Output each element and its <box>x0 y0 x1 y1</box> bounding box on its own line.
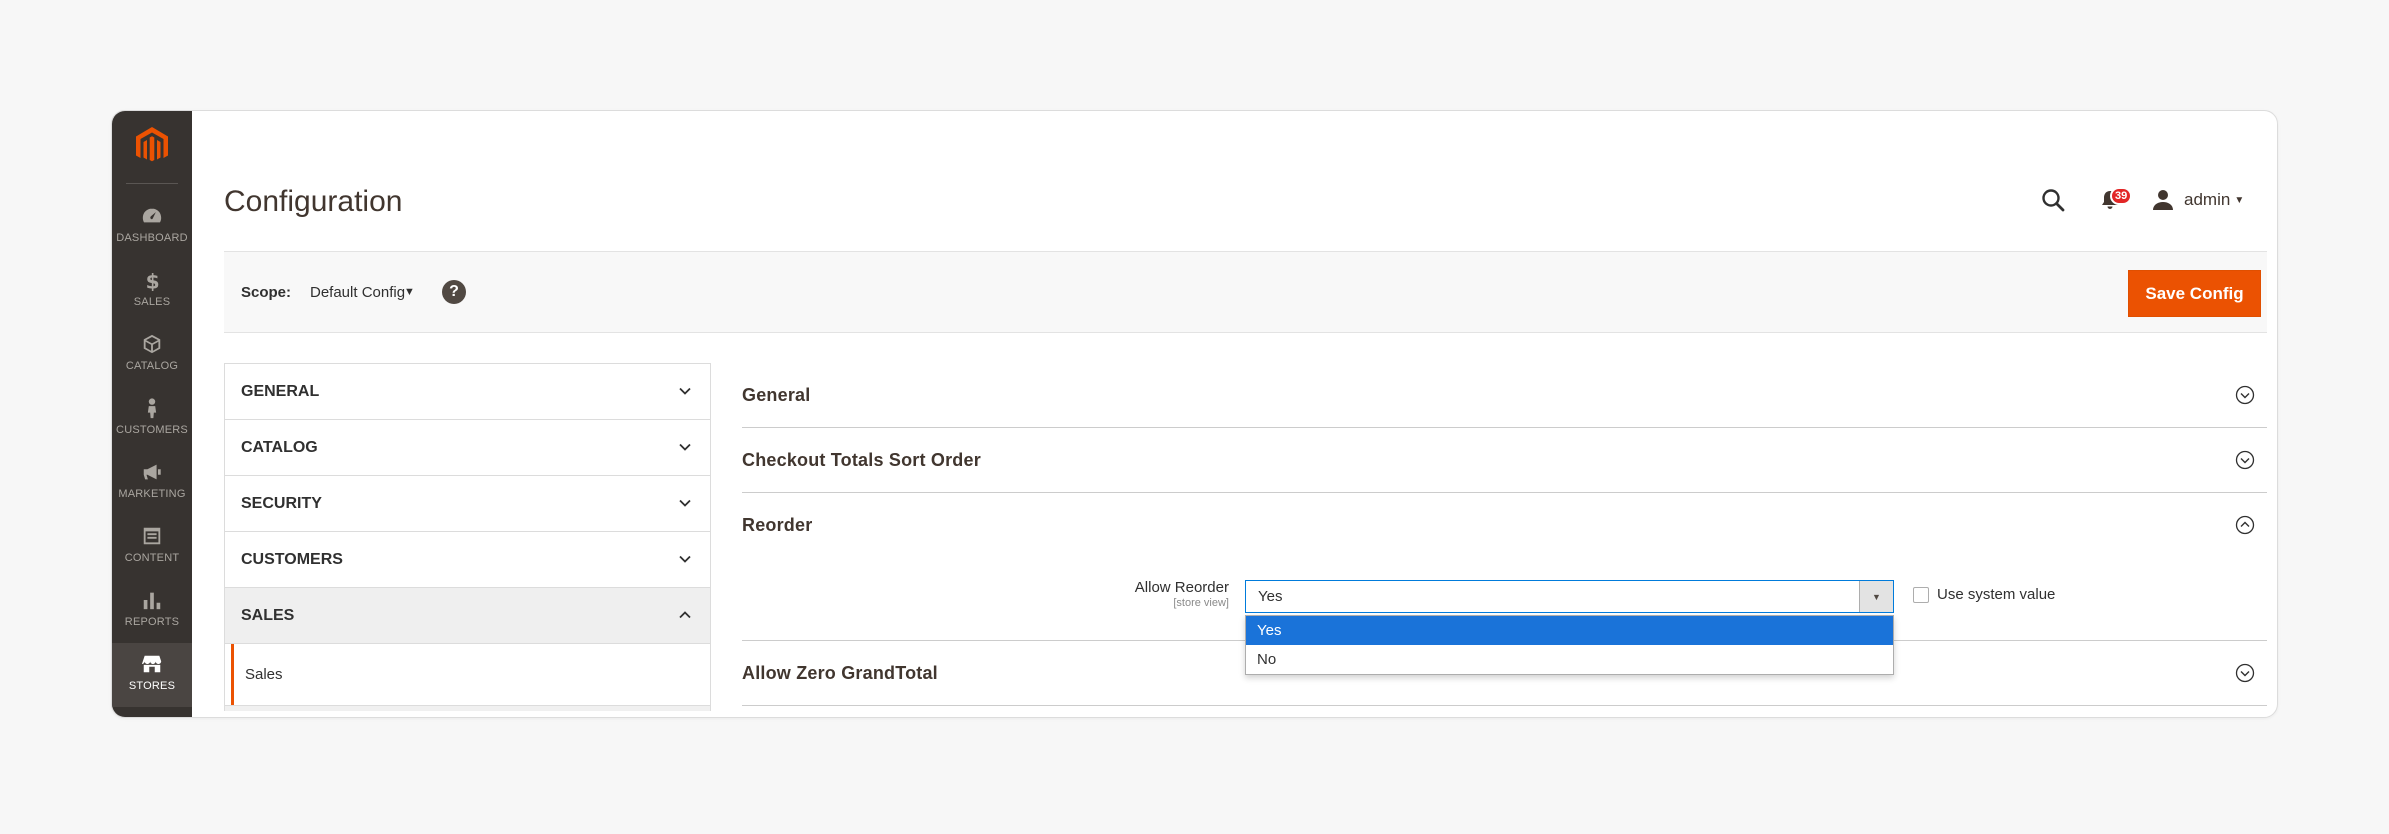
bar-chart-icon <box>143 592 161 610</box>
sidebar-item-label: CONTENT <box>124 552 180 564</box>
chevron-down-icon <box>679 555 691 563</box>
megaphone-icon <box>143 464 161 480</box>
svg-text:$: $ <box>146 269 160 291</box>
sidebar-item-system[interactable] <box>112 707 192 718</box>
checkbox-box[interactable] <box>1913 586 1929 603</box>
section-title: Checkout Totals Sort Order <box>742 449 981 470</box>
cube-icon <box>143 334 161 354</box>
tab-general[interactable]: GENERAL <box>224 363 711 419</box>
caret-down-icon: ▼ <box>2234 194 2245 206</box>
checkbox-label: Use system value <box>1937 586 2056 603</box>
option-yes[interactable]: Yes <box>1246 616 1893 645</box>
sidebar-item-content[interactable]: CONTENT <box>112 515 192 579</box>
notifications-badge[interactable]: 39 <box>2110 187 2133 205</box>
expand-circle-icon <box>2235 450 2255 470</box>
chevron-down-icon <box>679 387 691 395</box>
sidebar-item-label: CUSTOMERS <box>116 424 188 436</box>
tab-customers[interactable]: CUSTOMERS <box>224 531 711 587</box>
user-menu[interactable]: admin ▼ <box>2152 189 2244 211</box>
option-no[interactable]: No <box>1246 645 1893 674</box>
caret-down-icon[interactable]: ▼ <box>404 286 415 298</box>
help-icon[interactable]: ? <box>442 280 466 304</box>
section-title: General <box>742 384 811 405</box>
collapse-circle-icon[interactable] <box>2235 515 2255 535</box>
tab-catalog[interactable]: CATALOG <box>224 419 711 475</box>
tab-label: SECURITY <box>241 494 322 512</box>
sidebar-item-label: CATALOG <box>125 360 179 372</box>
sidebar-item-label: DASHBOARD <box>116 232 188 244</box>
content-icon <box>143 527 161 545</box>
tab-label: CUSTOMERS <box>241 550 343 568</box>
sidebar-item-label: STORES <box>128 680 176 692</box>
dashboard-icon <box>142 208 162 223</box>
sidebar-item-sales[interactable]: $ SALES <box>112 259 192 323</box>
section-checkout-totals-sort-order[interactable]: Checkout Totals Sort Order <box>742 428 2267 493</box>
allow-reorder-select[interactable]: Yes ▼ <box>1245 580 1894 613</box>
use-system-value-checkbox[interactable]: Use system value <box>1913 586 2055 603</box>
save-config-button[interactable]: Save Config <box>2128 270 2261 317</box>
active-indicator <box>231 644 234 705</box>
magento-logo-icon[interactable] <box>129 123 175 169</box>
section-title: Allow Zero GrandTotal <box>742 662 938 683</box>
sidebar-item-reports[interactable]: REPORTS <box>112 579 192 643</box>
admin-window: DASHBOARD $ SALES CATALOG CUSTOMERS MARK… <box>111 110 2278 718</box>
field-label-text: Allow Reorder <box>1134 579 1229 596</box>
tab-security[interactable]: SECURITY <box>224 475 711 531</box>
sidebar-item-dashboard[interactable]: DASHBOARD <box>112 195 192 259</box>
user-name: admin <box>2184 190 2231 209</box>
config-tabs: GENERAL CATALOG SECURITY CUSTOMERS SALES… <box>224 363 711 711</box>
sidebar-item-customers[interactable]: CUSTOMERS <box>112 387 192 451</box>
sidebar-divider <box>126 183 178 184</box>
sidebar-item-catalog[interactable]: CATALOG <box>112 323 192 387</box>
admin-sidebar: DASHBOARD $ SALES CATALOG CUSTOMERS MARK… <box>112 111 192 717</box>
allow-reorder-label: Allow Reorder [store view] <box>1129 579 1229 609</box>
allow-reorder-options: Yes No <box>1245 615 1894 675</box>
tab-sub-label: Sales <box>245 666 283 683</box>
sidebar-item-marketing[interactable]: MARKETING <box>112 451 192 515</box>
dollar-icon: $ <box>146 269 160 291</box>
chevron-up-icon <box>679 611 691 619</box>
search-icon[interactable] <box>2040 187 2066 213</box>
store-icon <box>141 655 162 673</box>
expand-circle-icon <box>2235 385 2255 405</box>
select-arrow-icon[interactable]: ▼ <box>1859 581 1893 612</box>
person-icon <box>147 398 157 419</box>
scope-bar: Scope: Default Config ▼ ? Save Config <box>224 251 2267 333</box>
tab-label: SALES <box>241 606 295 624</box>
tab-sub-item-sales[interactable]: Sales <box>224 643 711 705</box>
user-icon <box>2153 190 2173 210</box>
chevron-down-icon <box>679 443 691 451</box>
page-title: Configuration <box>224 185 403 218</box>
chevron-down-icon <box>679 499 691 507</box>
sidebar-item-stores[interactable]: STORES <box>112 643 192 707</box>
expand-circle-icon <box>2235 663 2255 683</box>
sidebar-item-label: MARKETING <box>118 488 186 500</box>
sidebar-item-label: SALES <box>133 296 171 308</box>
scope-switcher[interactable]: Default Config <box>310 284 405 301</box>
scope-label: Scope: <box>241 284 292 301</box>
sidebar-item-label: REPORTS <box>124 616 180 628</box>
select-value: Yes <box>1258 588 1283 605</box>
tab-sub-item-next <box>224 705 711 711</box>
field-scope-text: [store view] <box>1173 597 1229 609</box>
section-title[interactable]: Reorder <box>742 515 812 536</box>
tab-label: GENERAL <box>241 382 320 400</box>
tab-label: CATALOG <box>241 438 318 456</box>
section-general[interactable]: General <box>742 363 2267 428</box>
tab-sales[interactable]: SALES <box>224 587 711 643</box>
gear-icon <box>141 717 163 718</box>
